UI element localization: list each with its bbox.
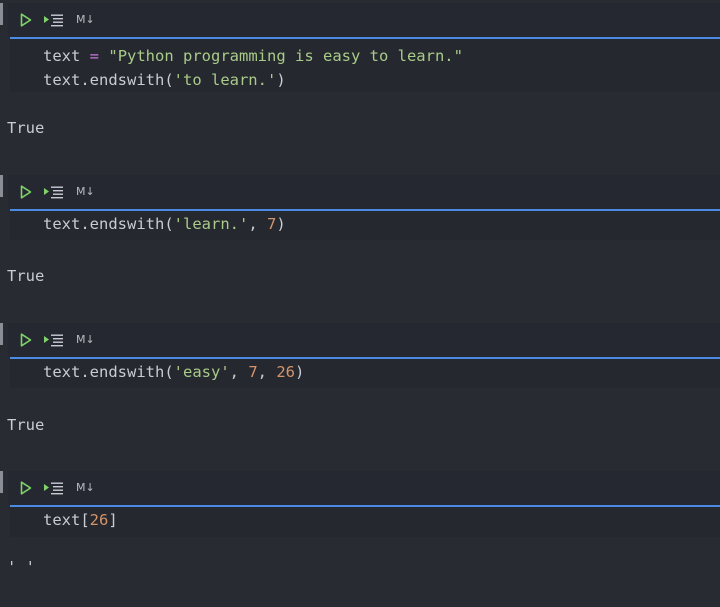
- cell-toolbar: M↓: [8, 471, 720, 505]
- code-token: text.endswith(: [43, 215, 174, 233]
- cell-toolbar: M↓: [8, 323, 720, 357]
- code-token: ,: [257, 363, 277, 381]
- run-cell-button[interactable]: [19, 332, 33, 348]
- code-string: 'easy': [173, 363, 230, 381]
- code-editor[interactable]: text.endswith('learn.', 7): [10, 211, 720, 240]
- code-string: 'learn.': [173, 215, 249, 233]
- cell-selection-marker: [0, 323, 3, 345]
- notebook-cell-1[interactable]: M↓ text = "Python programming is easy to…: [0, 3, 720, 92]
- code-string: 'to learn.': [173, 71, 277, 89]
- code-line: text.endswith('learn.', 7): [43, 212, 720, 236]
- notebook-cell-4[interactable]: M↓ text[26]: [0, 471, 720, 537]
- cell-selection-marker: [0, 175, 3, 197]
- run-below-icon: [44, 482, 63, 495]
- code-line: text[26]: [43, 508, 720, 532]
- run-below-icon: [44, 334, 63, 347]
- play-icon: [20, 185, 32, 199]
- run-below-button[interactable]: [43, 12, 65, 28]
- run-below-button[interactable]: [43, 480, 65, 496]
- code-token: ): [295, 363, 305, 381]
- code-number: 26: [89, 511, 109, 529]
- code-string: "Python programming is easy to learn.": [108, 47, 463, 65]
- code-number: 7: [266, 215, 277, 233]
- code-number: 7: [248, 363, 258, 381]
- cell-toolbar: M↓: [8, 175, 720, 209]
- code-line: text = "Python programming is easy to le…: [43, 44, 720, 68]
- run-cell-button[interactable]: [19, 12, 33, 28]
- cell-output-1: True: [7, 119, 45, 137]
- play-icon: [20, 333, 32, 347]
- code-editor[interactable]: text = "Python programming is easy to le…: [10, 39, 720, 92]
- code-token: ]: [108, 511, 118, 529]
- code-number: 26: [276, 363, 296, 381]
- play-icon: [20, 13, 32, 27]
- code-token: text[: [43, 511, 90, 529]
- code-token: ): [276, 215, 286, 233]
- code-token: ,: [248, 215, 267, 233]
- run-cell-button[interactable]: [19, 480, 33, 496]
- code-editor[interactable]: text[26]: [10, 507, 720, 537]
- cell-toolbar: M↓: [8, 3, 720, 37]
- cell-selection-marker: [0, 471, 3, 493]
- code-token: text: [43, 47, 81, 65]
- markdown-toggle-button[interactable]: M↓: [76, 183, 95, 201]
- cell-output-2: True: [7, 267, 45, 285]
- code-token: ): [276, 71, 286, 89]
- run-below-button[interactable]: [43, 184, 65, 200]
- run-below-icon: [44, 14, 63, 27]
- code-line: text.endswith('to learn.'): [43, 68, 720, 92]
- markdown-toggle-button[interactable]: M↓: [76, 11, 95, 29]
- code-token: ,: [229, 363, 249, 381]
- run-below-button[interactable]: [43, 332, 65, 348]
- notebook-cell-3[interactable]: M↓ text.endswith('easy', 7, 26): [0, 323, 720, 388]
- play-icon: [20, 481, 32, 495]
- code-token: text.endswith(: [43, 71, 174, 89]
- code-token: text.endswith(: [43, 363, 174, 381]
- run-cell-button[interactable]: [19, 184, 33, 200]
- run-below-icon: [44, 186, 63, 199]
- markdown-toggle-button[interactable]: M↓: [76, 479, 95, 497]
- code-operator: =: [89, 47, 100, 65]
- cell-output-3: True: [7, 416, 45, 434]
- code-editor[interactable]: text.endswith('easy', 7, 26): [10, 359, 720, 388]
- cell-selection-marker: [0, 3, 3, 25]
- code-line: text.endswith('easy', 7, 26): [43, 360, 720, 384]
- markdown-toggle-button[interactable]: M↓: [76, 331, 95, 349]
- notebook-cell-2[interactable]: M↓ text.endswith('learn.', 7): [0, 175, 720, 240]
- cell-output-4: ' ': [7, 558, 35, 576]
